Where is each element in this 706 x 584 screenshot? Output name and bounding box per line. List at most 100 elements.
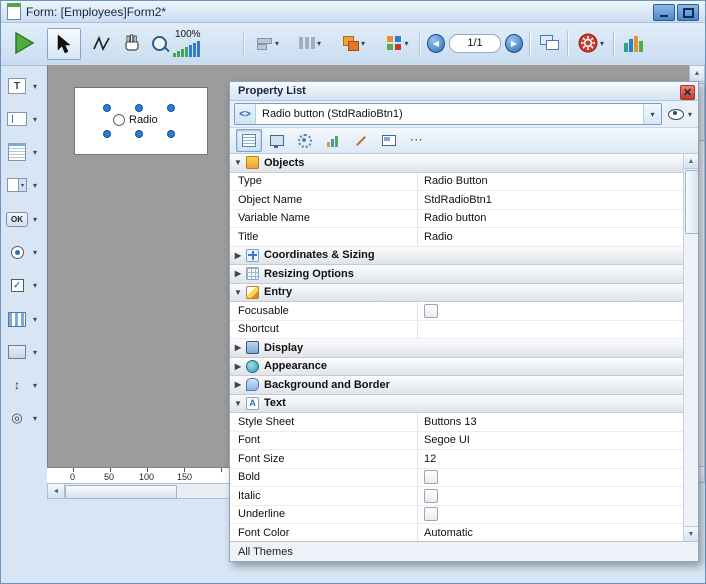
property-value[interactable]: Radio (418, 228, 683, 246)
level-menu-button[interactable]: ▾ (337, 28, 371, 58)
input-tool[interactable]: ▾ (6, 108, 37, 130)
selection-handle[interactable] (135, 130, 143, 138)
previous-page-button[interactable]: ◀ (427, 28, 445, 58)
show-hide-button[interactable]: ▾ (666, 104, 694, 124)
tab-objects[interactable] (236, 129, 262, 152)
scroll-up-button[interactable]: ▲ (684, 154, 698, 169)
property-value[interactable]: 12 (418, 450, 683, 468)
property-list-title-bar[interactable]: Property List ✕ (230, 82, 698, 101)
selection-handle[interactable] (167, 130, 175, 138)
splitter-tool[interactable]: ↕ ▾ (6, 374, 37, 396)
disclosure-triangle-icon[interactable]: ▼ (230, 158, 246, 167)
zoom-bars-icon[interactable] (173, 41, 200, 57)
section-background-border[interactable]: ▶ Background and Border (230, 376, 683, 395)
next-page-button[interactable]: ▶ (505, 28, 523, 58)
tab-display[interactable] (264, 129, 290, 152)
select-tool-button[interactable] (47, 28, 81, 60)
maximize-button[interactable] (677, 4, 699, 21)
dropdown-arrow-icon[interactable]: ▾ (361, 39, 365, 48)
horizontal-scrollbar-thumb[interactable] (65, 485, 177, 499)
form-page[interactable]: Radio (74, 87, 208, 155)
hand-tool-button[interactable] (119, 28, 145, 58)
combobox-tool[interactable]: ▾ ▾ (6, 174, 37, 196)
tab-coordinates[interactable] (348, 129, 374, 152)
dropdown-arrow-icon[interactable]: ▾ (33, 82, 37, 91)
alignment-menu-button[interactable]: ▾ (251, 28, 285, 58)
minimize-button[interactable] (653, 4, 675, 21)
section-text[interactable]: ▼ A Text (230, 395, 683, 414)
execute-form-button[interactable] (9, 28, 39, 58)
button-tool[interactable]: OK ▾ (6, 208, 37, 230)
property-value[interactable]: Radio Button (418, 173, 683, 191)
selection-handle[interactable] (103, 130, 111, 138)
checkbox-tool[interactable]: ✓ ▾ (6, 274, 37, 296)
dropdown-arrow-icon[interactable]: ▾ (317, 39, 321, 48)
tab-control-tool[interactable]: ◎ ▾ (6, 407, 37, 429)
disclosure-triangle-icon[interactable]: ▶ (230, 343, 246, 352)
button-grid-tool[interactable]: ▾ (6, 308, 37, 330)
selection-handle[interactable] (103, 104, 111, 112)
dropdown-arrow-icon[interactable]: ▾ (33, 348, 37, 357)
italic-checkbox[interactable] (424, 489, 438, 503)
chart-tool-button[interactable] (621, 28, 645, 58)
dropdown-arrow-icon[interactable]: ▾ (33, 115, 37, 124)
property-value[interactable]: Segoe UI (418, 432, 683, 450)
section-coordinates-sizing[interactable]: ▶ Coordinates & Sizing (230, 247, 683, 266)
form-properties-menu-button[interactable]: ▾ (573, 28, 609, 58)
scroll-down-button[interactable]: ▼ (684, 526, 698, 541)
property-value[interactable]: StdRadioBtn1 (418, 191, 683, 209)
section-resizing-options[interactable]: ▶ Resizing Options (230, 265, 683, 284)
underline-checkbox[interactable] (424, 507, 438, 521)
disclosure-triangle-icon[interactable]: ▶ (230, 380, 246, 389)
dropdown-arrow-icon[interactable]: ▾ (688, 110, 692, 119)
title-bar[interactable]: Form: [Employees]Form2* (1, 1, 705, 23)
windows-button[interactable] (537, 28, 561, 58)
next-page-icon[interactable]: ▶ (505, 34, 523, 53)
object-selector-combo[interactable]: <> Radio button (StdRadioBtn1) ▾ (234, 103, 662, 125)
theme-filter-bar[interactable]: All Themes (230, 541, 698, 561)
dropdown-arrow-icon[interactable]: ▾ (33, 315, 37, 324)
label-tool[interactable]: T ▾ (6, 75, 37, 97)
draw-tool-button[interactable] (89, 28, 115, 58)
property-value[interactable]: Radio button (418, 210, 683, 228)
bold-checkbox[interactable] (424, 470, 438, 484)
duplicate-grid-menu-button[interactable]: ▾ (381, 28, 415, 58)
selection-handle[interactable] (167, 104, 175, 112)
section-appearance[interactable]: ▶ Appearance (230, 358, 683, 377)
disclosure-triangle-icon[interactable]: ▼ (230, 288, 246, 297)
tab-more[interactable]: ··· (404, 129, 430, 152)
property-value[interactable]: Buttons 13 (418, 413, 683, 431)
scrollbar-thumb[interactable] (685, 170, 698, 234)
dropdown-arrow-icon[interactable]: ▾ (33, 181, 37, 190)
selection-handle[interactable] (135, 104, 143, 112)
dropdown-arrow-icon[interactable]: ▾ (33, 248, 37, 257)
dropdown-arrow-icon[interactable]: ▾ (33, 215, 37, 224)
tab-events[interactable] (320, 129, 346, 152)
property-value[interactable] (418, 321, 683, 339)
dropdown-arrow-icon[interactable]: ▾ (275, 39, 279, 48)
scroll-left-button[interactable]: ◄ (48, 484, 65, 498)
page-indicator-field[interactable]: 1/1 (449, 28, 501, 58)
tab-action[interactable] (292, 129, 318, 152)
dropdown-arrow-icon[interactable]: ▾ (404, 39, 408, 48)
dropdown-arrow-icon[interactable]: ▾ (33, 414, 37, 423)
close-button[interactable]: ✕ (680, 85, 695, 100)
section-display[interactable]: ▶ Display (230, 339, 683, 358)
dropdown-arrow-icon[interactable]: ▾ (600, 39, 604, 48)
scroll-up-button[interactable]: ▲ (690, 66, 704, 82)
disclosure-triangle-icon[interactable]: ▼ (230, 399, 246, 408)
section-objects[interactable]: ▼ Objects (230, 154, 683, 173)
tab-preview[interactable] (376, 129, 402, 152)
distribution-menu-button[interactable]: ▾ (293, 28, 327, 58)
radio-button-tool[interactable]: ▾ (6, 241, 37, 263)
focusable-checkbox[interactable] (424, 304, 438, 318)
page-indicator[interactable]: 1/1 (449, 34, 501, 53)
disclosure-triangle-icon[interactable]: ▶ (230, 269, 246, 278)
property-list-scrollbar[interactable]: ▲ ▼ (683, 154, 698, 541)
dropdown-arrow-icon[interactable]: ▾ (643, 104, 661, 124)
section-entry[interactable]: ▼ Entry (230, 284, 683, 303)
disclosure-triangle-icon[interactable]: ▶ (230, 251, 246, 260)
dropdown-arrow-icon[interactable]: ▾ (33, 281, 37, 290)
zoom-level-control[interactable]: 100% (173, 28, 237, 58)
disclosure-triangle-icon[interactable]: ▶ (230, 362, 246, 371)
